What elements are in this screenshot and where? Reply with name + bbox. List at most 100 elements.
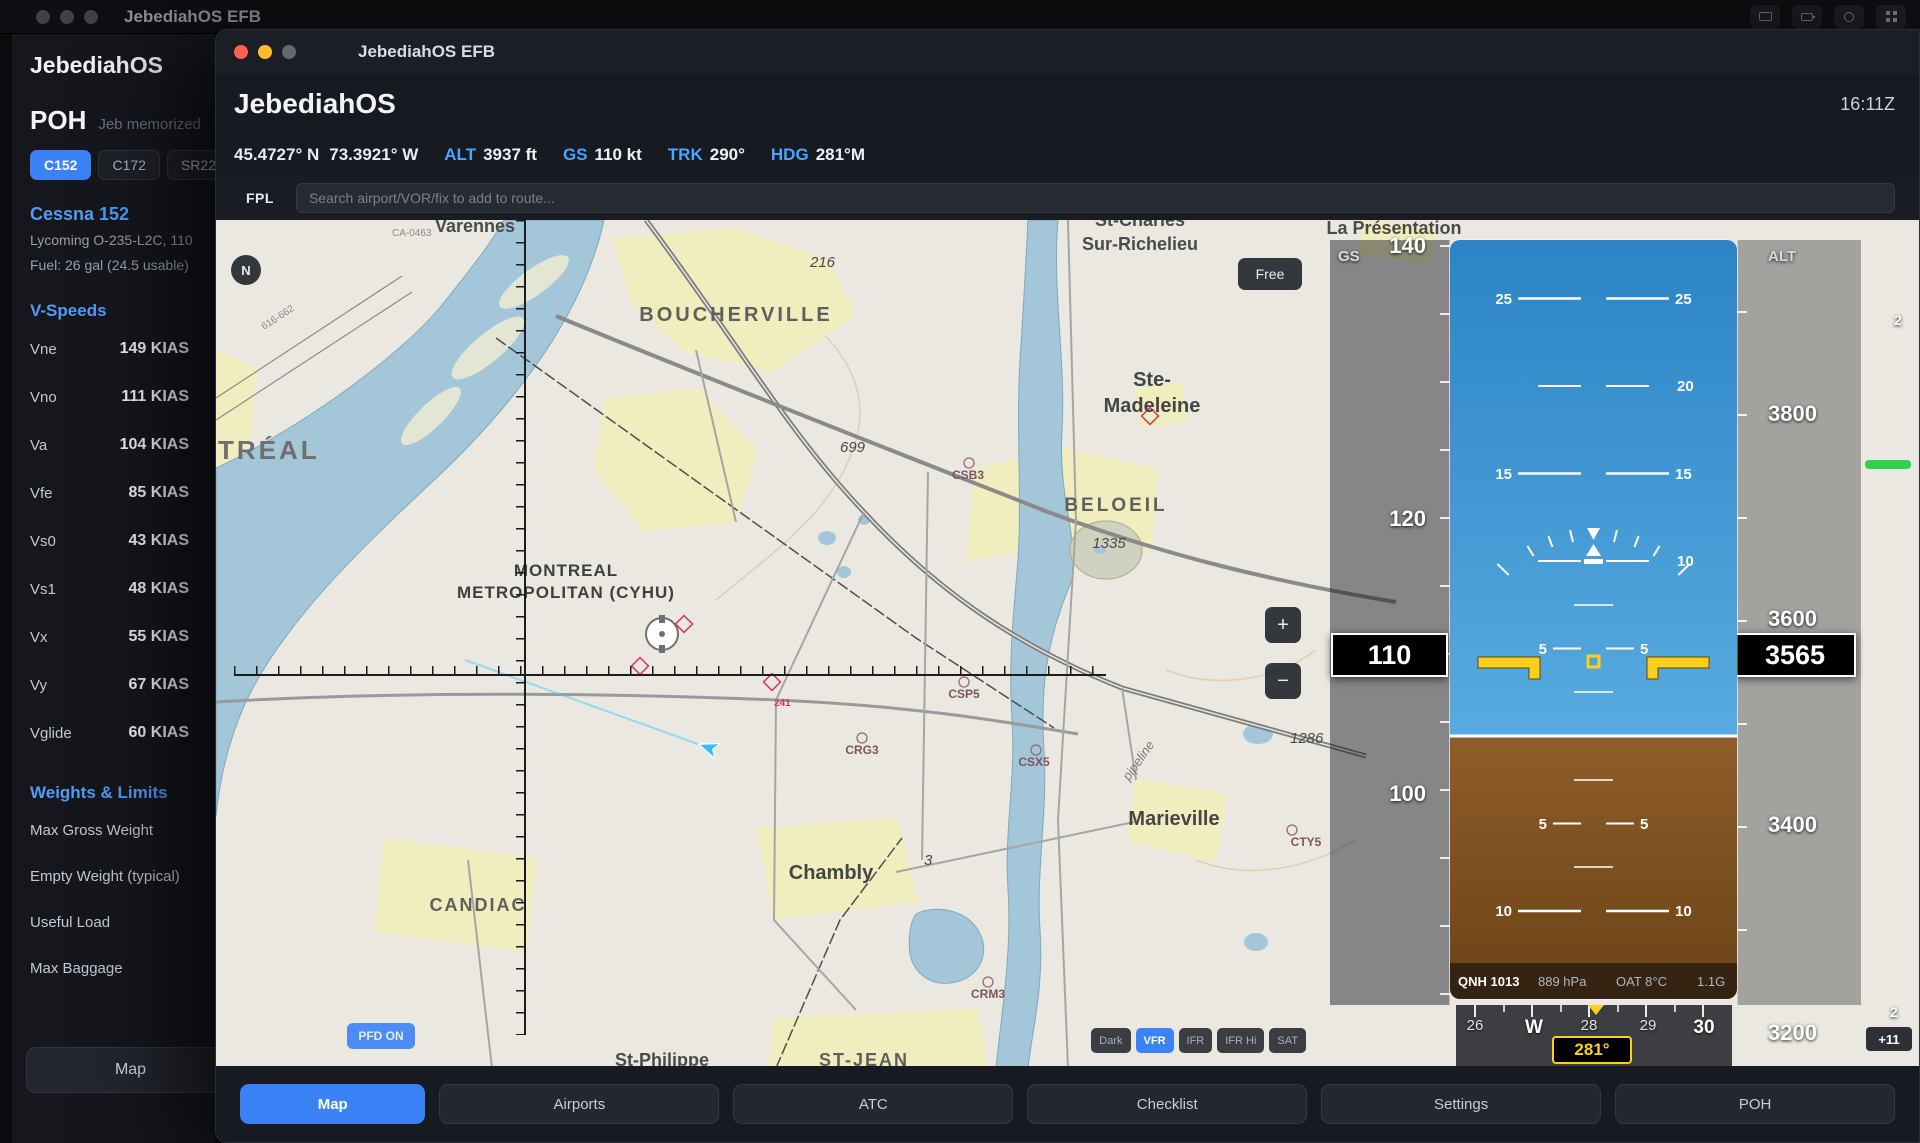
- heading-tick-west: W: [1525, 1017, 1543, 1039]
- map-label-crm3: CRM3: [971, 987, 1005, 1001]
- current-airspeed-box: 110: [1331, 633, 1448, 677]
- aircraft-tab-c172[interactable]: C172: [98, 150, 159, 180]
- map-area: Varennes St-Charles Sur-Richelieu La Pré…: [216, 220, 1920, 1068]
- map-label-beloeil: BELOEIL: [1064, 495, 1167, 516]
- svg-text:5: 5: [1640, 641, 1648, 658]
- close-button[interactable]: [36, 10, 50, 24]
- vspeed-label: Va: [30, 437, 47, 454]
- alt-tick-3400: 3400: [1768, 812, 1817, 838]
- longitude-value: 73.3921° W: [329, 145, 418, 165]
- map-label-boucherville: BOUCHERVILLE: [639, 304, 832, 326]
- fpl-label[interactable]: FPL: [246, 190, 274, 206]
- map-label-cty5: CTY5: [1291, 835, 1322, 849]
- alt-label: ALT: [444, 145, 476, 165]
- svg-text:5: 5: [1539, 641, 1547, 658]
- vspeed-value: 43 KIAS: [129, 532, 189, 550]
- map-style-vfr[interactable]: VFR: [1136, 1028, 1174, 1053]
- map-label-ste-madeleine-2: Madeleine: [1104, 395, 1201, 417]
- vspeed-row: Vne149 KIAS: [30, 325, 215, 373]
- heading-tick-29: 29: [1640, 1017, 1657, 1034]
- vspeed-value: 60 KIAS: [129, 724, 189, 742]
- free-pan-button[interactable]: Free: [1238, 258, 1302, 290]
- display-icon[interactable]: [1750, 5, 1780, 29]
- bottom-nav: Map Airports ATC Checklist Settings POH: [216, 1066, 1919, 1142]
- zoom-in-button[interactable]: +: [1265, 607, 1301, 643]
- zoom-out-button[interactable]: −: [1265, 663, 1301, 699]
- heading-tick-26: 26: [1467, 1017, 1484, 1034]
- nav-tab-map[interactable]: Map: [240, 1084, 425, 1124]
- vspeed-row: Vx55 KIAS: [30, 613, 215, 661]
- aircraft-tab-c152[interactable]: C152: [30, 150, 91, 180]
- desktop: JebediahOS EFB JebediahOS POH Jeb memori…: [0, 0, 1920, 1143]
- poh-heading: POH: [30, 105, 86, 136]
- map-style-sat[interactable]: SAT: [1269, 1028, 1306, 1053]
- vspeed-label: Vs0: [30, 533, 56, 550]
- vspeed-label: Vs1: [30, 581, 56, 598]
- map-label-marieville: Marieville: [1128, 808, 1219, 830]
- gs-label: GS: [563, 145, 588, 165]
- map-label-crg3: CRG3: [845, 743, 879, 757]
- vspeed-label: Vfe: [30, 485, 53, 502]
- gs-value: 110 kt: [595, 145, 642, 165]
- efb-titlebar[interactable]: JebediahOS EFB: [216, 30, 1919, 74]
- trk-label: TRK: [668, 145, 703, 165]
- map-style-ifr[interactable]: IFR: [1179, 1028, 1213, 1053]
- vspeed-row: Vs148 KIAS: [30, 565, 215, 613]
- heading-ticks-minor: [1503, 1005, 1709, 1012]
- close-button[interactable]: [234, 45, 248, 59]
- hdg-value: 281°M: [816, 145, 865, 165]
- map-label-montreal-metro-2: METROPOLITAN (CYHU): [457, 583, 675, 602]
- current-altitude-box: 3565: [1734, 633, 1856, 677]
- pfd-toggle-button[interactable]: PFD ON: [347, 1023, 415, 1049]
- compass-north-button[interactable]: N: [231, 255, 261, 285]
- map-label-st-charles: St-Charles: [1095, 220, 1185, 230]
- weights-table: Max Gross Weight Empty Weight (typical) …: [30, 807, 215, 991]
- map-label-elev-1286: 1286: [1290, 730, 1324, 747]
- nav-tab-poh[interactable]: POH: [1615, 1084, 1895, 1124]
- weight-row: Empty Weight (typical): [30, 853, 215, 899]
- control-center-icon[interactable]: [1876, 5, 1906, 29]
- alt-tape-label: ALT: [1768, 248, 1796, 265]
- current-heading-box: 281°: [1552, 1036, 1632, 1064]
- vsi-trend-bar: [1865, 460, 1911, 469]
- nav-tab-settings[interactable]: Settings: [1321, 1084, 1601, 1124]
- vspeed-row: Vs0 43 KIAS: [30, 517, 215, 565]
- zoom-button[interactable]: [282, 45, 296, 59]
- vspeed-value: 104 KIAS: [120, 436, 189, 454]
- fpl-bar: FPL: [216, 176, 1919, 220]
- zoom-button[interactable]: [84, 10, 98, 24]
- efb-window-title: JebediahOS EFB: [358, 42, 495, 62]
- latitude-value: 45.4727° N: [234, 145, 319, 165]
- nav-tab-atc[interactable]: ATC: [733, 1084, 1013, 1124]
- crosshair-horizontal: [234, 674, 1106, 676]
- vspeed-row: Vno111 KIAS: [30, 373, 215, 421]
- map-style-dark[interactable]: Dark: [1091, 1028, 1130, 1053]
- heading-delta-chip: +11: [1866, 1027, 1912, 1051]
- aircraft-name: Cessna 152: [30, 204, 215, 225]
- vspeed-value: 55 KIAS: [129, 628, 189, 646]
- record-icon[interactable]: [1834, 5, 1864, 29]
- map-style-ifr-hi[interactable]: IFR Hi: [1217, 1028, 1264, 1053]
- map-style-switcher: Dark VFR IFR IFR Hi SAT: [1091, 1028, 1306, 1053]
- heading-pointer-icon: [1588, 1005, 1604, 1015]
- vspeed-row: Vfe 85 KIAS: [30, 469, 215, 517]
- heading-tick-28: 28: [1581, 1017, 1598, 1034]
- speed-tick-100: 100: [1330, 781, 1426, 807]
- minimize-button[interactable]: [60, 10, 74, 24]
- svg-text:15: 15: [1495, 466, 1512, 483]
- route-search-input[interactable]: [296, 183, 1895, 213]
- efb-window-controls: [234, 45, 296, 59]
- map-label-chambly: Chambly: [789, 862, 874, 884]
- app-title: JebediahOS: [234, 88, 396, 120]
- menubar-extras: [1750, 5, 1906, 29]
- nav-tab-checklist[interactable]: Checklist: [1027, 1084, 1307, 1124]
- aircraft-fuel: Fuel: 26 gal (24.5 usable): [30, 256, 215, 275]
- nav-tab-airports[interactable]: Airports: [439, 1084, 719, 1124]
- map-label-elev-699: 699: [840, 439, 866, 456]
- minimize-button[interactable]: [258, 45, 272, 59]
- vspeed-value: 85 KIAS: [129, 484, 189, 502]
- vspeed-label: Vne: [30, 341, 57, 358]
- weight-label: Useful Load: [30, 914, 110, 931]
- sidebar-map-button[interactable]: Map: [26, 1047, 235, 1093]
- camera-icon[interactable]: [1792, 5, 1822, 29]
